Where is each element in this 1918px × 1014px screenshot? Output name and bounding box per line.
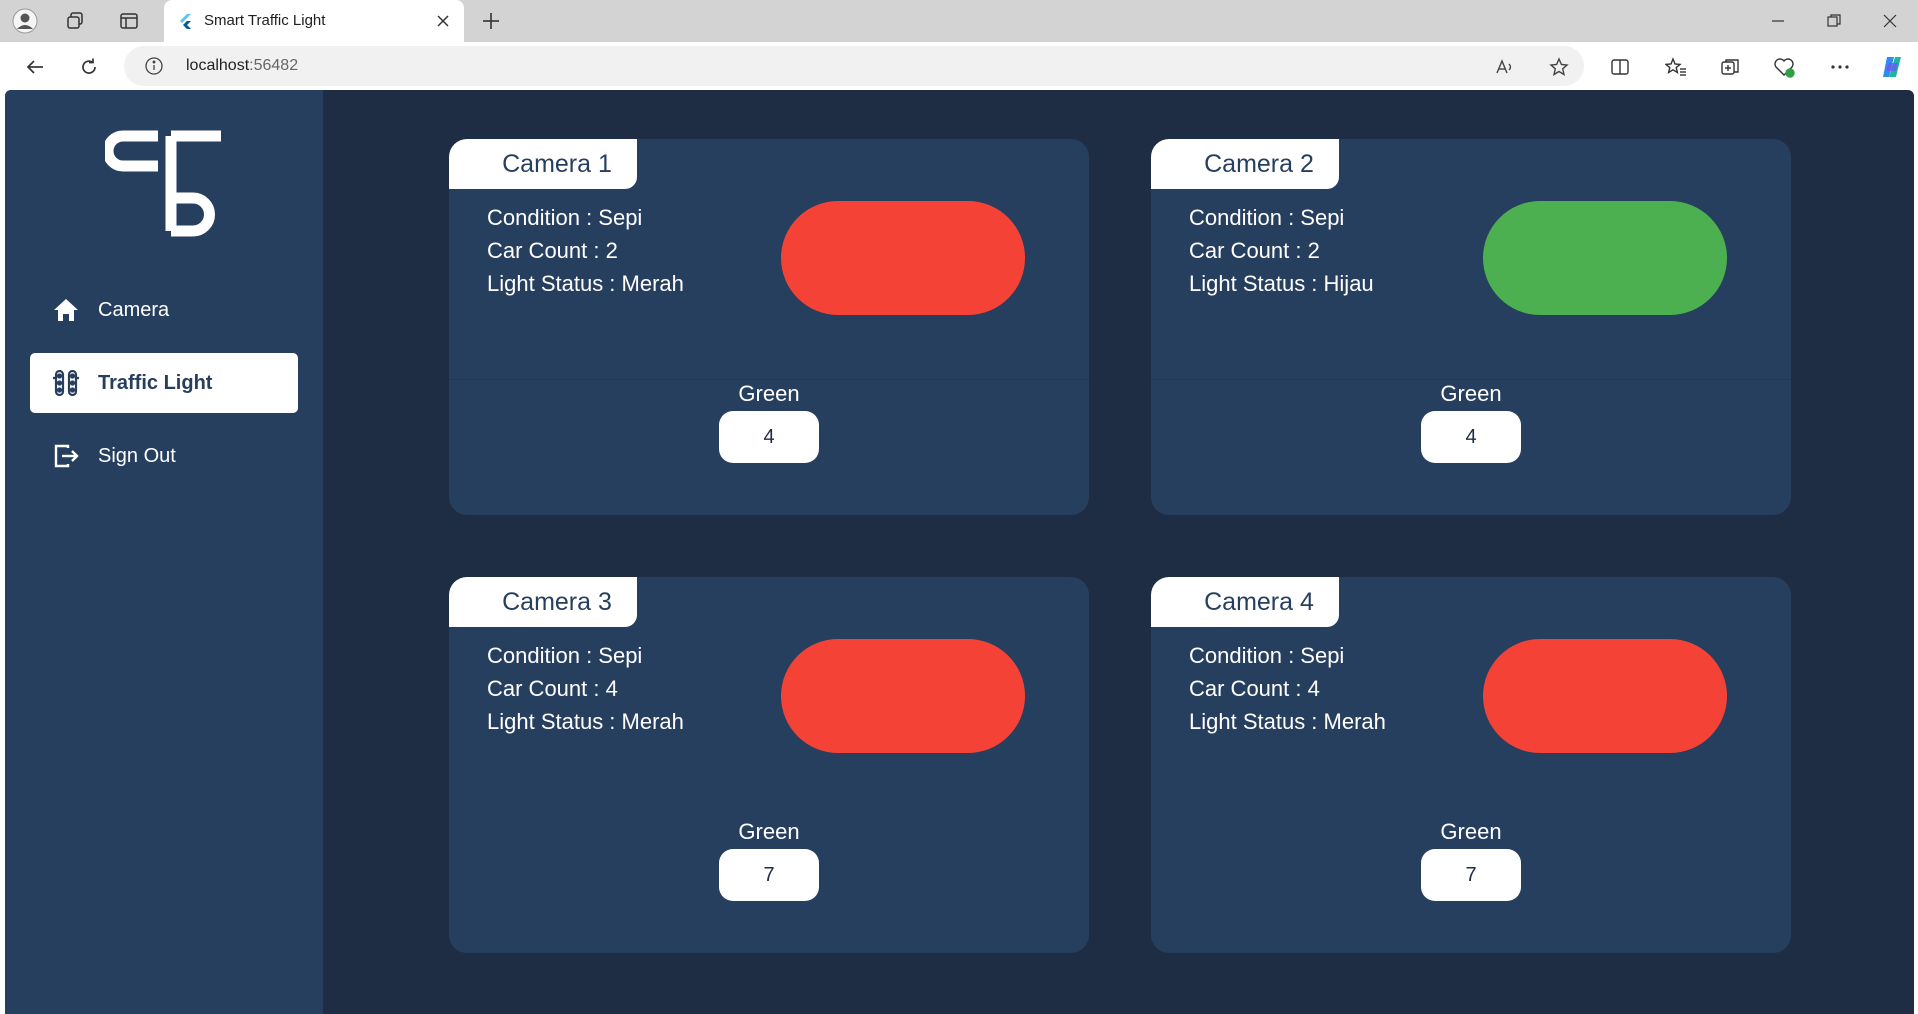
camera-title: Camera 1: [502, 149, 612, 178]
condition-text: Condition : Sepi: [487, 205, 643, 230]
car-count-text: Car Count : 4: [487, 676, 618, 701]
camera-title-tab: Camera 2: [1151, 139, 1339, 189]
sidebar-item-camera[interactable]: Camera: [30, 280, 298, 340]
car-count-text: Car Count : 2: [1189, 238, 1320, 263]
profile-icon[interactable]: [10, 6, 40, 36]
light-status-text: Light Status : Merah: [1189, 709, 1386, 734]
light-status-text: Light Status : Merah: [487, 271, 684, 296]
favorites-icon[interactable]: [1662, 53, 1690, 81]
green-duration-box[interactable]: 4: [1421, 411, 1521, 463]
light-status-text: Light Status : Merah: [487, 709, 684, 734]
favorite-star-icon[interactable]: [1546, 54, 1572, 80]
browser-toolbar: localhost:56482: [0, 42, 1918, 90]
camera-title-tab: Camera 1: [449, 139, 637, 189]
light-status-text: Light Status : Hijau: [1189, 271, 1374, 296]
condition-text: Condition : Sepi: [487, 643, 643, 668]
sidebar-item-sign-out[interactable]: Sign Out: [30, 426, 298, 486]
browser-tab-bar: Smart Traffic Light: [0, 0, 1918, 42]
green-duration-value: 7: [1465, 863, 1477, 886]
app-viewport: Camera Traffic Light Sign Out Camera 1 C…: [5, 90, 1914, 1014]
green-duration-value: 4: [763, 425, 775, 448]
car-count-text: Car Count : 4: [1189, 676, 1320, 701]
camera-card: Camera 2 Condition : Sepi Car Count : 2 …: [1151, 139, 1791, 515]
workspaces-icon[interactable]: [62, 8, 88, 34]
camera-title: Camera 4: [1204, 587, 1314, 616]
browser-tab[interactable]: Smart Traffic Light: [164, 0, 464, 42]
collections-icon[interactable]: [1716, 53, 1744, 81]
camera-card: Camera 3 Condition : Sepi Car Count : 4 …: [449, 577, 1089, 953]
green-label: Green: [1440, 381, 1502, 406]
green-duration-value: 4: [1465, 425, 1477, 448]
camera-info: Condition : Sepi Car Count : 2 Light Sta…: [1189, 201, 1374, 300]
sidebar: Camera Traffic Light Sign Out: [5, 90, 323, 1014]
close-window-icon[interactable]: [1870, 8, 1910, 34]
car-count-text: Car Count : 2: [487, 238, 618, 263]
copilot-icon[interactable]: [1878, 53, 1906, 81]
green-duration-box[interactable]: 4: [719, 411, 819, 463]
traffic-light-indicator: [781, 639, 1025, 753]
green-label: Green: [738, 819, 800, 844]
green-duration-value: 7: [763, 863, 775, 886]
back-icon[interactable]: [20, 52, 50, 82]
address-url[interactable]: localhost:56482: [186, 57, 298, 75]
vertical-tabs-icon[interactable]: [116, 8, 142, 34]
minimize-icon[interactable]: [1758, 8, 1798, 34]
camera-card: Camera 4 Condition : Sepi Car Count : 4 …: [1151, 577, 1791, 953]
split-screen-icon[interactable]: [1606, 53, 1634, 81]
camera-card: Camera 1 Condition : Sepi Car Count : 2 …: [449, 139, 1089, 515]
close-tab-icon[interactable]: [432, 10, 454, 32]
traffic-light-indicator: [1483, 639, 1727, 753]
more-menu-icon[interactable]: [1826, 53, 1854, 81]
new-tab-icon[interactable]: [478, 8, 504, 34]
card-divider: [1151, 379, 1791, 380]
camera-title: Camera 3: [502, 587, 612, 616]
camera-info: Condition : Sepi Car Count : 4 Light Sta…: [1189, 639, 1386, 738]
address-host: localhost: [186, 57, 250, 74]
app-logo: [102, 128, 225, 238]
camera-title-tab: Camera 3: [449, 577, 637, 627]
traffic-light-indicator: [1483, 201, 1727, 315]
address-port: :56482: [249, 57, 299, 74]
sign-out-icon: [52, 442, 80, 470]
tab-title: Smart Traffic Light: [204, 12, 326, 29]
camera-title-tab: Camera 4: [1151, 577, 1339, 627]
home-icon: [52, 296, 80, 324]
condition-text: Condition : Sepi: [1189, 643, 1345, 668]
sidebar-item-label: Camera: [98, 298, 170, 321]
sidebar-item-label: Traffic Light: [98, 371, 213, 394]
green-duration-box[interactable]: 7: [719, 849, 819, 901]
address-bar[interactable]: localhost:56482: [124, 46, 1584, 86]
green-duration-box[interactable]: 7: [1421, 849, 1521, 901]
green-label: Green: [1440, 819, 1502, 844]
restore-icon[interactable]: [1814, 8, 1854, 34]
site-info-icon[interactable]: [144, 56, 164, 76]
camera-info: Condition : Sepi Car Count : 4 Light Sta…: [487, 639, 684, 738]
condition-text: Condition : Sepi: [1189, 205, 1345, 230]
card-divider: [449, 379, 1089, 380]
traffic-light-indicator: [781, 201, 1025, 315]
read-aloud-icon[interactable]: [1492, 54, 1518, 80]
traffic-light-icon: [52, 369, 80, 397]
sidebar-item-label: Sign Out: [98, 444, 176, 467]
browser-essentials-icon[interactable]: [1770, 53, 1798, 81]
camera-info: Condition : Sepi Car Count : 2 Light Sta…: [487, 201, 684, 300]
camera-title: Camera 2: [1204, 149, 1314, 178]
flutter-icon: [178, 13, 194, 29]
sidebar-item-traffic-light[interactable]: Traffic Light: [30, 353, 298, 413]
refresh-icon[interactable]: [74, 52, 104, 82]
green-label: Green: [738, 381, 800, 406]
